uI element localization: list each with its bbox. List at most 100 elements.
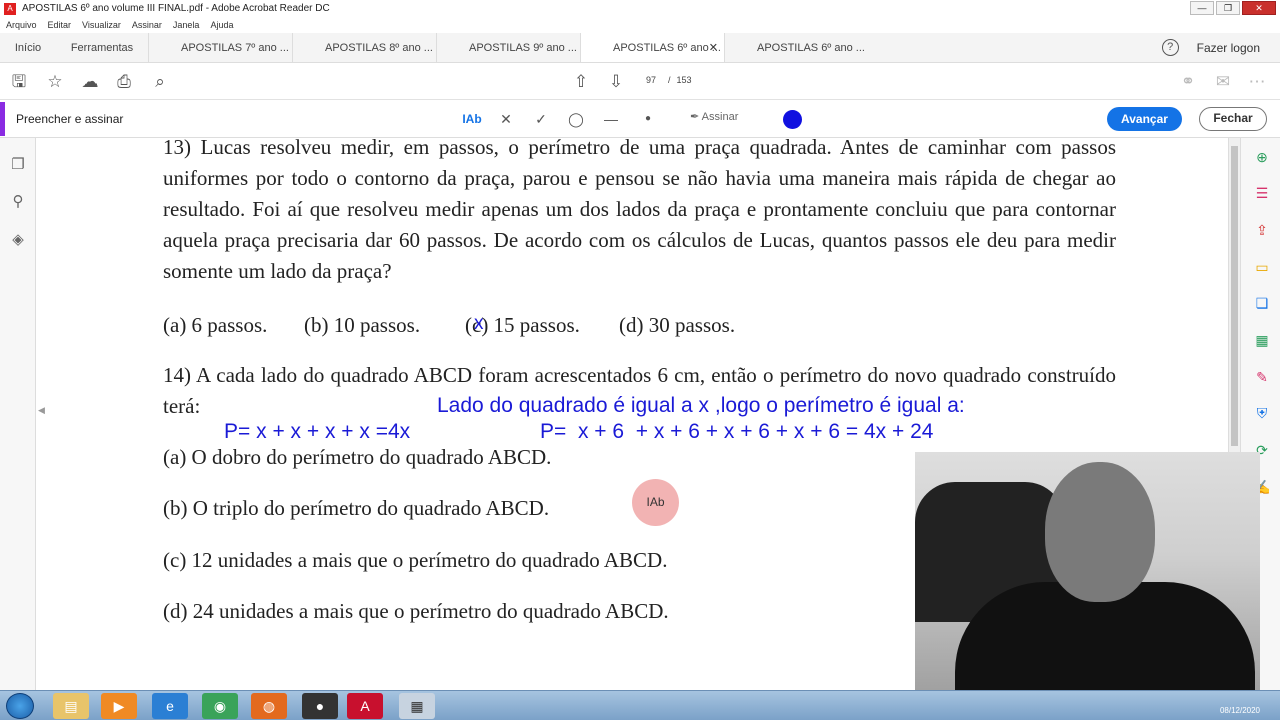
comment-icon[interactable]: ▭	[1253, 258, 1271, 276]
annotation-line-1: Lado do quadrado é igual a x ,logo o per…	[437, 394, 965, 417]
menu-janela[interactable]: Janela	[173, 20, 200, 30]
tab-label: APOSTILAS 7º ano ...	[181, 41, 289, 54]
menu-assinar[interactable]: Assinar	[132, 20, 162, 30]
menu-bar: Arquivo Editar Visualizar Assinar Janela…	[0, 17, 1280, 33]
fill-sign-label: Preencher e assinar	[16, 112, 124, 126]
line-tool-icon[interactable]: —	[602, 108, 620, 130]
email-icon[interactable]: ✉	[1212, 71, 1234, 93]
help-icon[interactable]: ?	[1161, 39, 1179, 56]
close-window-button[interactable]: ✕	[1242, 1, 1276, 15]
tabbar-right: ? Fazer logon	[1161, 33, 1280, 62]
internet-explorer-icon[interactable]: e	[152, 693, 188, 719]
windows-taskbar: ▤ ▶ e ◉ ◍ ● A ▦ 08/12/2020	[0, 690, 1280, 720]
chrome-icon[interactable]: ◉	[202, 693, 238, 719]
scrollbar-thumb[interactable]	[1231, 146, 1238, 446]
close-button[interactable]: Fechar	[1199, 107, 1267, 131]
answer-mark: x	[474, 313, 484, 334]
minimize-button[interactable]: —	[1190, 1, 1214, 15]
webcam-presenter-head	[1045, 462, 1155, 602]
menu-visualizar[interactable]: Visualizar	[82, 20, 121, 30]
q13-option-b: (b) 10 passos.	[304, 313, 421, 337]
next-page-icon[interactable]: ⇩	[605, 71, 627, 93]
page-separator: /	[668, 75, 671, 85]
circle-tool-icon[interactable]: ◯	[567, 108, 585, 130]
tab-document-6-active[interactable]: APOSTILAS 6º ano ... ✕	[580, 33, 724, 62]
sign-button[interactable]: ✒ Assinar	[690, 110, 738, 123]
login-link[interactable]: Fazer logon	[1197, 41, 1260, 55]
fill-sign-icon[interactable]: ✎	[1253, 368, 1271, 386]
attachments-icon[interactable]: ⚲	[9, 193, 27, 211]
taskbar-clock: 08/12/2020	[1219, 706, 1260, 715]
window-titlebar: A APOSTILAS 6º ano volume III FINAL.pdf …	[0, 0, 1280, 17]
check-mark-icon[interactable]: ✓	[532, 108, 550, 130]
protect-icon[interactable]: ⛨	[1253, 404, 1271, 422]
tab-bar: Início Ferramentas APOSTILAS 7º ano ... …	[0, 33, 1280, 63]
menu-editar[interactable]: Editar	[48, 20, 72, 30]
save-icon[interactable]: 🖫	[8, 71, 30, 93]
tab-label: APOSTILAS 8º ano ...	[325, 41, 433, 54]
search-icon[interactable]: ⌕	[149, 71, 171, 93]
text-cursor-highlight: IAb	[632, 479, 679, 526]
menu-ajuda[interactable]: Ajuda	[210, 20, 233, 30]
tab-document-7[interactable]: APOSTILAS 7º ano ...	[148, 33, 292, 62]
webcam-overlay	[915, 452, 1260, 710]
tab-document-9[interactable]: APOSTILAS 9º ano ...	[436, 33, 580, 62]
add-text-tool[interactable]: IAb	[459, 108, 485, 130]
pages-icon[interactable]: ❐	[9, 156, 27, 174]
tab-label: APOSTILAS 9º ano ...	[469, 41, 577, 54]
page-navigator: 97 / 153	[640, 75, 692, 85]
collapse-panel-icon[interactable]: ◀	[38, 405, 45, 416]
cross-mark-icon[interactable]: ✕	[497, 108, 515, 130]
edit-pdf-icon[interactable]: ☰	[1253, 184, 1271, 202]
calculator-icon[interactable]: ▦	[399, 693, 435, 719]
layers-icon[interactable]: ◈	[9, 231, 27, 249]
acrobat-app-icon: A	[4, 2, 16, 15]
previous-page-icon[interactable]: ⇧	[570, 71, 592, 93]
annotation-equation-2: P= x + 6 + x + 6 + x + 6 + x + 6 = 4x + …	[540, 420, 934, 443]
pen-icon: ✒	[690, 111, 702, 123]
color-picker-swatch[interactable]	[783, 110, 802, 129]
menu-arquivo[interactable]: Arquivo	[6, 20, 37, 30]
q14-option-c: (c) 12 unidades a mais que o perímetro d…	[163, 548, 668, 572]
q13-option-a: (a) 6 passos.	[163, 313, 268, 337]
bookmark-star-icon[interactable]: ☆	[44, 71, 66, 93]
next-button[interactable]: Avançar	[1107, 107, 1182, 131]
tab-document-8[interactable]: APOSTILAS 8º ano ...	[292, 33, 436, 62]
question-13-text: 13) Lucas resolveu medir, em passos, o p…	[163, 138, 1116, 283]
tab-document-6-b[interactable]: APOSTILAS 6º ano ...	[724, 33, 868, 62]
combine-files-icon[interactable]: ❏	[1253, 294, 1271, 312]
sign-label: Assinar	[701, 111, 739, 123]
acrobat-icon[interactable]: A	[347, 693, 383, 719]
start-button[interactable]	[6, 693, 34, 719]
cursor-label: Ab	[649, 495, 665, 509]
left-navigation-panel: ❐ ⚲ ◈	[0, 138, 36, 690]
tab-label: APOSTILAS 6º ano ...	[757, 41, 865, 54]
upload-cloud-icon[interactable]: ☁	[79, 71, 101, 93]
link-icon[interactable]: ⚭	[1177, 71, 1199, 93]
current-page-input[interactable]: 97	[640, 75, 662, 85]
more-icon[interactable]: ⋯	[1246, 71, 1268, 93]
tab-home[interactable]: Início	[0, 33, 56, 62]
total-pages: 153	[676, 75, 692, 85]
organize-pages-icon[interactable]: ▦	[1253, 331, 1271, 349]
create-pdf-icon[interactable]: ⊕	[1253, 148, 1271, 166]
maximize-button[interactable]: ❐	[1216, 1, 1240, 15]
obs-icon[interactable]: ●	[302, 693, 338, 719]
print-icon[interactable]: ⎙	[113, 71, 135, 93]
firefox-icon[interactable]: ◍	[251, 693, 287, 719]
media-player-icon[interactable]: ▶	[101, 693, 137, 719]
dot-tool-icon[interactable]: ●	[639, 108, 657, 130]
q14-option-b: (b) O triplo do perímetro do quadrado AB…	[163, 496, 550, 520]
fill-sign-bar: Preencher e assinar IAb ✕ ✓ ◯ — ● ✒ Assi…	[0, 100, 1280, 138]
export-pdf-icon[interactable]: ⇪	[1253, 221, 1271, 239]
window-controls: — ❐ ✕	[1190, 1, 1276, 15]
annotation-equation-1: P= x + x + x + x =4x	[224, 420, 411, 443]
tab-label: APOSTILAS 6º ano ...	[613, 41, 721, 54]
main-toolbar: 🖫 ☆ ☁ ⎙ ⌕ ⇧ ⇩ 97 / 153 ⚭ ✉ ⋯	[0, 63, 1280, 100]
close-tab-icon[interactable]: ✕	[709, 41, 718, 54]
fill-sign-accent	[0, 102, 5, 136]
file-explorer-icon[interactable]: ▤	[53, 693, 89, 719]
window-title: APOSTILAS 6º ano volume III FINAL.pdf - …	[22, 3, 330, 14]
q14-option-a: (a) O dobro do perímetro do quadrado ABC…	[163, 445, 552, 469]
tab-tools[interactable]: Ferramentas	[56, 33, 148, 62]
